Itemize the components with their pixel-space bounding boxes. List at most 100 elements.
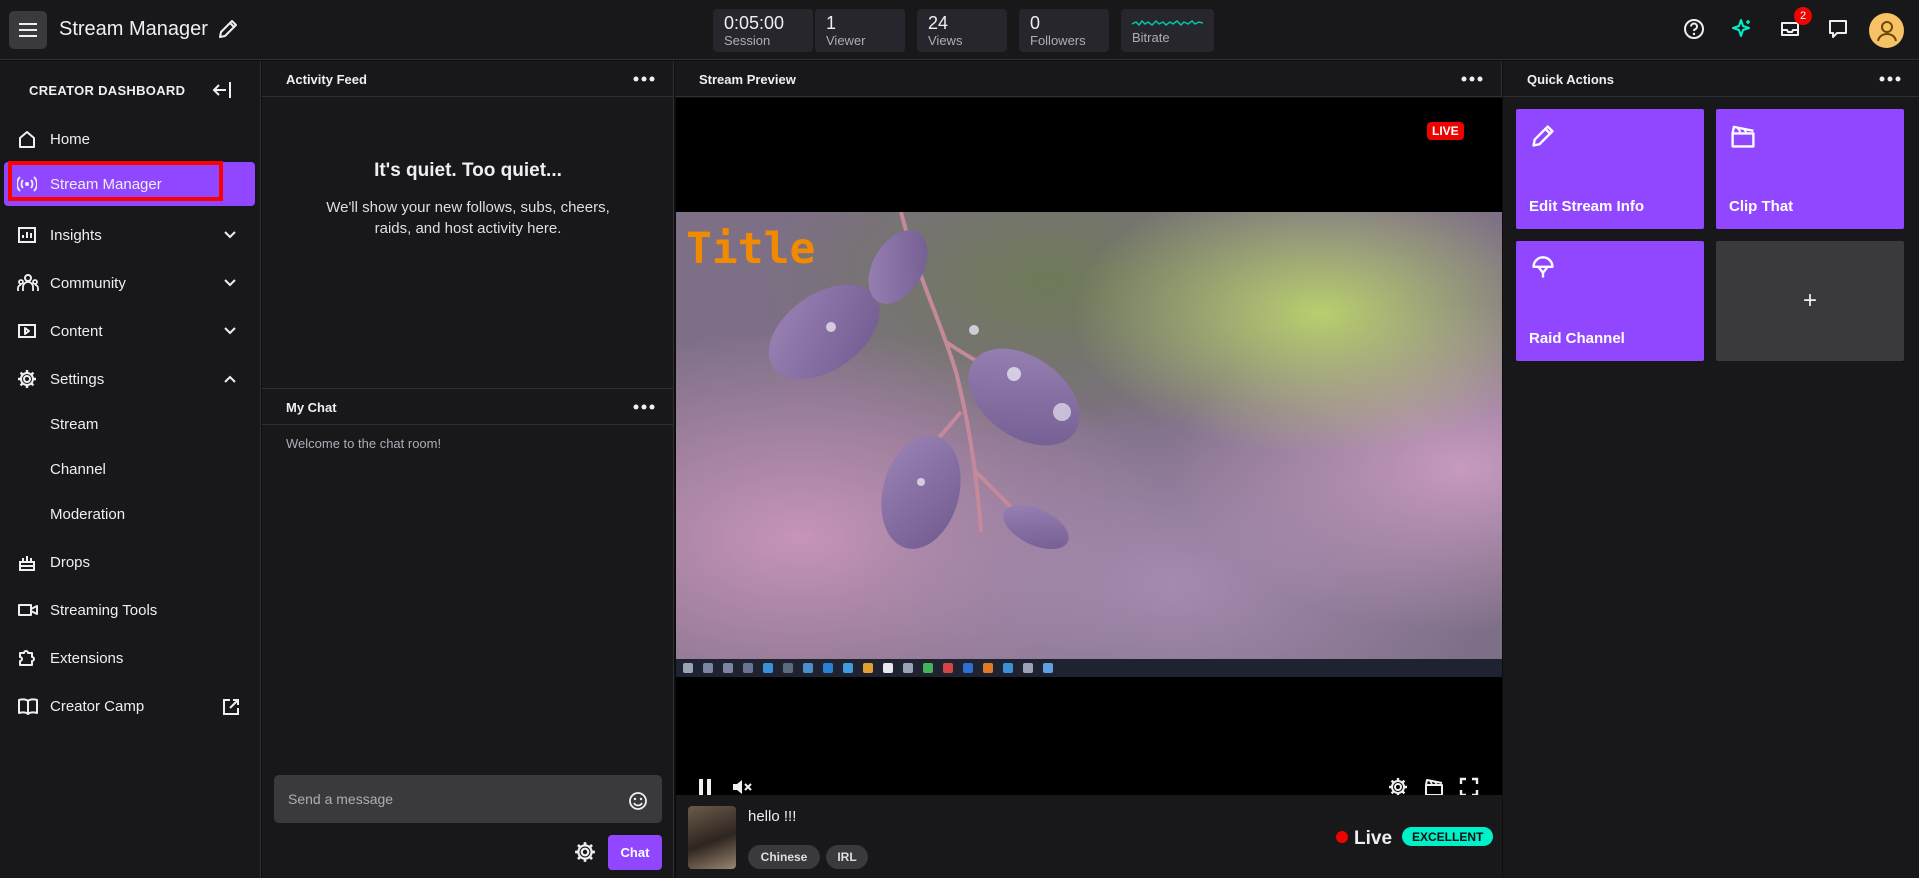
edit-stream-info-button[interactable]: Edit Stream Info (1516, 109, 1704, 229)
more-options-icon[interactable] (1461, 73, 1483, 85)
panel-title: Quick Actions (1527, 72, 1614, 87)
book-icon (18, 698, 38, 715)
sidebar-item-streaming-tools[interactable]: Streaming Tools (4, 588, 255, 632)
taskbar-app-icon (823, 663, 833, 673)
stream-health-badge: EXCELLENT (1402, 827, 1494, 846)
more-options-icon[interactable] (1879, 73, 1901, 85)
gear-icon (18, 370, 36, 388)
sidebar-item-settings[interactable]: Settings (4, 357, 255, 401)
stream-info-bar: hello !!! Chinese IRL Live EXCELLENT (676, 795, 1502, 878)
whispers-button[interactable] (1827, 18, 1849, 40)
home-icon (19, 131, 35, 148)
panel-header: Stream Preview (675, 61, 1501, 97)
collapse-sidebar-button[interactable] (211, 80, 233, 100)
taskbar-app-icon (763, 663, 773, 673)
taskbar-app-icon (903, 663, 913, 673)
sparkle-button[interactable] (1731, 18, 1753, 40)
video-player[interactable]: LIVE Title (676, 98, 1502, 797)
sidebar-title: CREATOR DASHBOARD (29, 83, 186, 98)
fullscreen-icon[interactable] (1459, 777, 1479, 797)
chat-panel: My Chat Welcome to the chat room! Send a… (262, 389, 674, 878)
help-button[interactable] (1683, 18, 1705, 40)
stat-viewer: 1 Viewer (815, 9, 905, 52)
settings-subitem-moderation[interactable]: Moderation (50, 506, 125, 523)
stream-tag[interactable]: IRL (826, 845, 868, 869)
taskbar-app-icon (963, 663, 973, 673)
raid-icon (1532, 256, 1554, 278)
taskbar-app-icon (923, 663, 933, 673)
taskbar-app-icon (1023, 663, 1033, 673)
sidebar-item-creator-camp[interactable]: Creator Camp (4, 684, 255, 728)
pencil-icon (219, 20, 237, 38)
settings-subitem-channel[interactable]: Channel (50, 461, 106, 478)
sidebar-item-label: Settings (50, 370, 105, 388)
add-quick-action-button[interactable]: + (1716, 241, 1904, 361)
sidebar-item-content[interactable]: Content (4, 309, 255, 353)
pause-icon[interactable] (696, 777, 714, 797)
panel-header: Activity Feed (262, 61, 673, 97)
chevron-down-icon (224, 327, 236, 335)
mute-icon[interactable] (731, 777, 753, 797)
live-status-text: Live (1354, 828, 1393, 849)
sidebar-item-label: Content (50, 322, 103, 340)
live-status-dot (1336, 831, 1348, 843)
flower-image (676, 212, 1502, 677)
stream-preview-panel: Stream Preview LIVE Title hello !!! Chin… (675, 61, 1502, 878)
empty-feed-title: It's quiet. Too quiet... (374, 160, 562, 181)
more-options-icon[interactable] (633, 401, 655, 413)
stat-bitrate: Bitrate (1121, 9, 1214, 52)
chat-message-input[interactable]: Send a message (274, 775, 662, 823)
settings-icon[interactable] (1388, 777, 1408, 797)
taskbar-app-icon (803, 663, 813, 673)
panel-header: Quick Actions (1503, 61, 1919, 97)
chat-settings-icon[interactable] (574, 841, 596, 863)
stream-tag[interactable]: Chinese (748, 845, 820, 869)
sidebar-item-label: Creator Camp (50, 697, 145, 715)
activity-feed-panel: Activity Feed It's quiet. Too quiet... W… (262, 61, 674, 389)
clapper-icon[interactable] (1424, 777, 1444, 797)
emoji-icon[interactable] (628, 791, 648, 811)
sidebar-item-community[interactable]: Community (4, 261, 255, 305)
edit-title-button[interactable] (217, 18, 239, 40)
sidebar-item-stream-manager[interactable]: Stream Manager (4, 162, 255, 206)
taskbar-app-icon (843, 663, 853, 673)
external-link-icon (223, 699, 239, 715)
user-icon (1876, 20, 1897, 41)
collapse-left-icon (212, 82, 231, 98)
taskbar-app-icon (883, 663, 893, 673)
taskbar-app-icon (723, 663, 733, 673)
taskbar-app-icon (703, 663, 713, 673)
broadcast-icon (17, 176, 37, 192)
stat-followers: 0 Followers (1019, 9, 1109, 52)
panel-title: My Chat (286, 400, 337, 415)
chevron-up-icon (224, 375, 236, 383)
more-options-icon[interactable] (633, 73, 655, 85)
chat-send-button[interactable]: Chat (608, 835, 662, 870)
stat-label: Bitrate (1132, 30, 1170, 45)
taskbar-app-icon (743, 663, 753, 673)
sidebar-item-label: Streaming Tools (50, 601, 158, 619)
taskbar-app-icon (783, 663, 793, 673)
panel-title: Stream Preview (699, 72, 796, 87)
sidebar-item-drops[interactable]: Drops (4, 540, 255, 584)
taskbar-app-icon (983, 663, 993, 673)
help-icon (1684, 19, 1704, 39)
menu-button[interactable] (9, 11, 47, 49)
settings-subitem-stream[interactable]: Stream (50, 416, 98, 433)
sidebar-item-extensions[interactable]: Extensions (4, 636, 255, 680)
overlay-title: Title (686, 224, 816, 274)
sidebar-item-home[interactable]: Home (4, 117, 255, 161)
raid-channel-button[interactable]: Raid Channel (1516, 241, 1704, 361)
stat-value: 24 (928, 13, 949, 33)
user-avatar[interactable] (1869, 13, 1904, 48)
stat-label: Session (724, 33, 771, 48)
sidebar-item-insights[interactable]: Insights (4, 213, 255, 257)
video-frame: Title (676, 212, 1502, 677)
sidebar-item-label: Home (50, 130, 91, 148)
chat-welcome-message: Welcome to the chat room! (286, 436, 442, 451)
quick-actions-panel: Quick Actions Edit Stream Info Clip That… (1503, 61, 1919, 878)
stat-label: Viewer (826, 33, 866, 48)
clip-that-button[interactable]: Clip That (1716, 109, 1904, 229)
taskbar-app-icon (863, 663, 873, 673)
stream-title: hello !!! (748, 808, 797, 825)
